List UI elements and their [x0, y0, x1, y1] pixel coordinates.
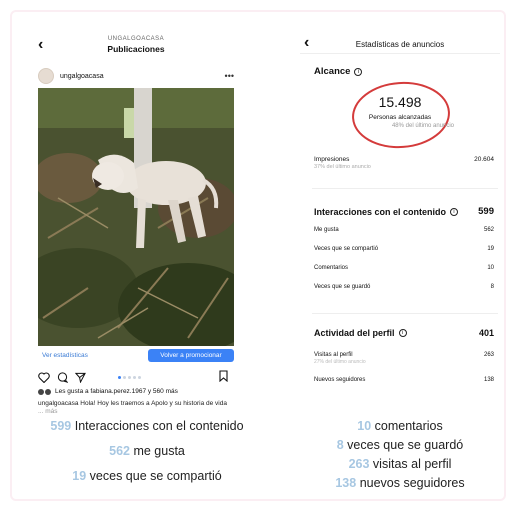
bookmark-icon[interactable]	[219, 370, 228, 382]
carousel-dots	[118, 376, 141, 379]
summary-line: 138 nuevos seguidores	[300, 474, 500, 493]
ad-stats-screen: ‹ Estadísticas de anuncios Alcance i 15.…	[300, 28, 500, 400]
list-item: Veces que se guardó 8	[314, 284, 494, 303]
interactions-title: Interacciones con el contenido	[314, 206, 447, 217]
summary-left: 599 Interacciones con el contenido 562 m…	[22, 417, 272, 492]
impressions-compare: 37% del último anuncio	[314, 164, 371, 170]
summary-line: 263 visitas al perfil	[300, 455, 500, 474]
summary-text: Interacciones con el contenido	[71, 419, 244, 433]
summary-text: comentarios	[371, 419, 443, 433]
more-options-icon[interactable]: •••	[225, 71, 234, 81]
post-screen: ‹ UNGALGOACASA Publicaciones ungalgoacas…	[30, 28, 242, 415]
summary-line: 19 veces que se compartió	[22, 467, 272, 486]
reach-compare: 48% del último anuncio	[391, 123, 455, 129]
heart-icon[interactable]	[38, 371, 50, 383]
info-icon[interactable]: i	[450, 207, 459, 216]
post-author-row: ungalgoacasa •••	[38, 66, 234, 86]
profile-activity-title: Actividad del perfil	[314, 328, 395, 338]
info-icon[interactable]: i	[398, 329, 407, 337]
summary-number: 19	[72, 469, 87, 483]
liker-avatar	[45, 388, 51, 395]
interactions-section: Interacciones con el contenido i 599 Me …	[314, 206, 494, 303]
comment-icon[interactable]	[57, 371, 68, 383]
list-item: Veces que se compartió 19	[314, 246, 494, 265]
summary-number: 263	[348, 457, 370, 471]
comments-label: Comentarios	[314, 265, 349, 271]
shares-value: 19	[487, 246, 494, 252]
summary-text: veces que se guardó	[343, 438, 464, 452]
summary-number: 8	[336, 438, 344, 452]
likes-summary[interactable]: Les gusta a fabiana.perez.1967 y 560 más	[38, 388, 238, 395]
summary-text: visitas al perfil	[369, 457, 452, 471]
share-icon[interactable]	[75, 372, 86, 383]
header-account: UNGALGOACASA	[107, 36, 165, 42]
reach-value: 15.498	[378, 94, 422, 110]
likes-text: Les gusta a fabiana.perez.1967 y 560 más	[55, 388, 178, 395]
likes-value: 562	[483, 227, 494, 233]
shares-label: Veces que se compartió	[314, 246, 379, 252]
avatar[interactable]	[38, 68, 54, 84]
interactions-total: 599	[478, 206, 494, 217]
likes-label: Me gusta	[314, 227, 339, 233]
saves-label: Veces que se guardó	[314, 284, 371, 290]
promote-again-button[interactable]: Volver a promocionar	[148, 349, 234, 362]
summary-number: 138	[335, 476, 357, 490]
post-action-buttons: Ver estadísticas Volver a promocionar	[38, 349, 234, 362]
info-icon[interactable]: i	[354, 67, 363, 76]
summary-number: 599	[50, 419, 72, 433]
saves-value: 8	[490, 284, 494, 290]
profile-visits-value: 263	[483, 352, 494, 358]
impressions-label: Impresiones	[314, 156, 350, 163]
reach-label: Personas alcanzadas	[368, 114, 432, 121]
profile-activity-total: 401	[478, 328, 494, 338]
post-username[interactable]: ungalgoacasa	[60, 73, 104, 80]
post-header: ‹ UNGALGOACASA Publicaciones	[30, 28, 242, 60]
impressions-row: Impresiones 20.604 37% del último anunci…	[314, 156, 494, 170]
list-item: Comentarios 10	[314, 265, 494, 284]
list-item: Me gusta 562	[314, 227, 494, 246]
caption-more-link[interactable]: ... más	[38, 408, 58, 415]
summary-number: 10	[357, 419, 372, 433]
profile-visits-label: Visitas al perfil	[314, 352, 353, 358]
post-caption: ungalgoacasa Hola! Hoy les traemos a Apo…	[38, 400, 233, 416]
summary-line: 10 comentarios	[300, 417, 500, 436]
impressions-value: 20.604	[474, 156, 494, 163]
summary-text: nuevos seguidores	[356, 476, 465, 490]
stats-header: ‹ Estadísticas de anuncios	[300, 28, 500, 54]
page-title: Publicaciones	[107, 44, 165, 54]
reach-section-title: Alcance i	[314, 66, 363, 77]
comments-value: 10	[487, 265, 494, 271]
new-followers-label: Nuevos seguidores	[314, 377, 366, 383]
list-item: Visitas al perfil 263	[314, 352, 494, 358]
list-item: Nuevos seguidores 138	[314, 377, 494, 383]
summary-text: me gusta	[129, 444, 185, 458]
summary-line: 599 Interacciones con el contenido	[22, 417, 272, 436]
divider	[312, 188, 498, 189]
summary-number: 562	[109, 444, 130, 458]
reach-title: Alcance	[314, 66, 351, 77]
summary-line: 562 me gusta	[22, 442, 272, 461]
divider	[312, 313, 498, 314]
liker-avatar	[38, 388, 44, 395]
view-stats-link[interactable]: Ver estadísticas	[42, 352, 88, 359]
summary-right: 10 comentarios 8 veces que se guardó 263…	[300, 417, 500, 493]
interactions-list: Me gusta 562 Veces que se compartió 19 C…	[314, 227, 494, 303]
dog-photo-image	[38, 88, 234, 346]
caption-text: ungalgoacasa Hola! Hoy les traemos a Apo…	[38, 400, 227, 407]
post-photo[interactable]	[38, 88, 234, 346]
profile-visits-compare: 27% del último anuncio	[314, 359, 366, 365]
new-followers-value: 138	[483, 377, 494, 383]
profile-activity-section: Actividad del perfil i 401 Visitas al pe…	[314, 328, 494, 383]
page-title: Estadísticas de anuncios	[355, 40, 445, 49]
summary-line: 8 veces que se guardó	[300, 436, 500, 455]
summary-text: veces que se compartió	[86, 469, 222, 483]
